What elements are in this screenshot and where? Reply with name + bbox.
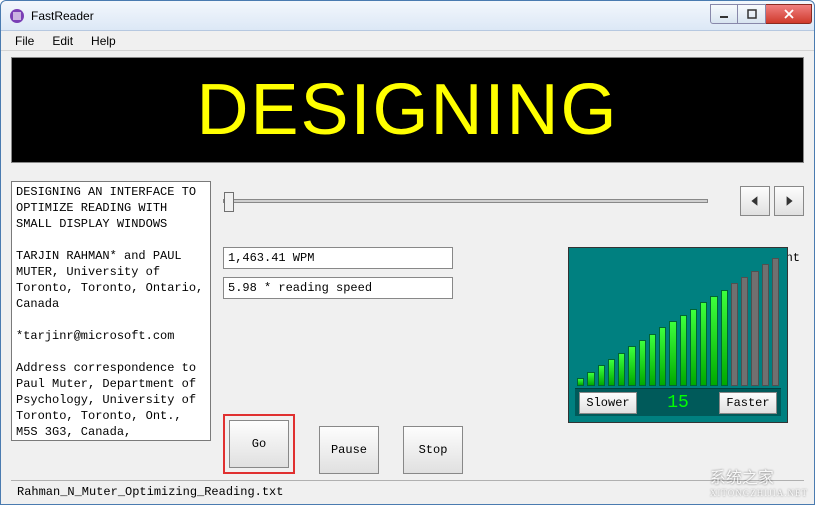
controls-column: 1,463.41 WPM 5.98 * reading speed 0 perc… bbox=[211, 181, 804, 480]
speed-bar bbox=[680, 315, 687, 386]
speed-value: 15 bbox=[667, 393, 689, 413]
slider-thumb[interactable] bbox=[224, 192, 234, 212]
speed-bar bbox=[598, 365, 605, 386]
app-icon bbox=[9, 8, 25, 24]
speed-bar bbox=[608, 359, 615, 386]
speed-bars bbox=[575, 254, 781, 388]
source-column: DESIGNING AN INTERFACE TO OPTIMIZE READI… bbox=[11, 181, 211, 480]
speed-bar bbox=[669, 321, 676, 386]
speed-bar bbox=[618, 353, 625, 386]
client-area: DESIGNING DESIGNING AN INTERFACE TO OPTI… bbox=[1, 51, 814, 504]
go-highlight: Go bbox=[223, 414, 295, 474]
speed-bar bbox=[762, 264, 769, 386]
go-button[interactable]: Go bbox=[229, 420, 289, 468]
app-window: FastReader File Edit Help DESIGNING DESI… bbox=[0, 0, 815, 505]
main-content: DESIGNING AN INTERFACE TO OPTIMIZE READI… bbox=[11, 181, 804, 480]
current-word: DESIGNING bbox=[196, 69, 618, 151]
speed-bar bbox=[731, 283, 738, 386]
speed-bar bbox=[721, 290, 728, 386]
wpm-field: 1,463.41 WPM bbox=[223, 247, 453, 269]
speed-bar bbox=[639, 340, 646, 386]
speed-bar bbox=[628, 346, 635, 386]
speed-bar bbox=[700, 302, 707, 386]
menu-file[interactable]: File bbox=[7, 33, 42, 49]
window-title: FastReader bbox=[31, 9, 710, 23]
action-row: Go Pause Stop bbox=[223, 414, 463, 474]
nav-buttons bbox=[740, 186, 804, 216]
source-text-box[interactable]: DESIGNING AN INTERFACE TO OPTIMIZE READI… bbox=[11, 181, 211, 441]
titlebar: FastReader bbox=[1, 1, 814, 31]
close-button[interactable] bbox=[766, 4, 812, 24]
speed-bar bbox=[649, 334, 656, 386]
position-row bbox=[223, 181, 804, 221]
menu-help[interactable]: Help bbox=[83, 33, 124, 49]
speed-meter-panel: Slower 15 Faster bbox=[568, 247, 788, 423]
speed-bar bbox=[741, 277, 748, 386]
status-filename: Rahman_N_Muter_Optimizing_Reading.txt bbox=[17, 485, 283, 499]
prev-button[interactable] bbox=[740, 186, 770, 216]
speed-bar bbox=[659, 327, 666, 386]
menu-edit[interactable]: Edit bbox=[44, 33, 81, 49]
next-button[interactable] bbox=[774, 186, 804, 216]
info-fields: 1,463.41 WPM 5.98 * reading speed bbox=[223, 247, 453, 299]
statusbar: Rahman_N_Muter_Optimizing_Reading.txt bbox=[11, 480, 804, 502]
speed-bar bbox=[710, 296, 717, 386]
speed-field: 5.98 * reading speed bbox=[223, 277, 453, 299]
speed-bar bbox=[690, 309, 697, 386]
speed-bar bbox=[587, 372, 594, 386]
speed-bar bbox=[772, 258, 779, 386]
speed-bar bbox=[577, 378, 584, 386]
slower-button[interactable]: Slower bbox=[579, 392, 637, 414]
menubar: File Edit Help bbox=[1, 31, 814, 51]
window-controls bbox=[710, 4, 812, 24]
pause-button[interactable]: Pause bbox=[319, 426, 379, 474]
stop-button[interactable]: Stop bbox=[403, 426, 463, 474]
maximize-button[interactable] bbox=[738, 4, 766, 24]
faster-button[interactable]: Faster bbox=[719, 392, 777, 414]
meter-controls: Slower 15 Faster bbox=[575, 388, 781, 416]
minimize-button[interactable] bbox=[710, 4, 738, 24]
word-display-panel: DESIGNING bbox=[11, 57, 804, 163]
position-slider[interactable] bbox=[223, 199, 708, 203]
speed-bar bbox=[751, 271, 758, 386]
